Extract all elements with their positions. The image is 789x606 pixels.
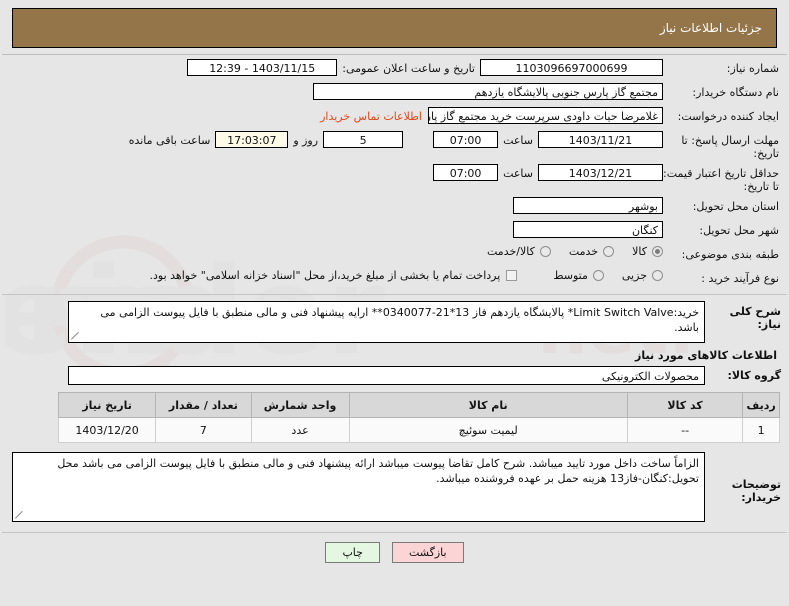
goods-group-row: گروه کالا: محصولات الکترونیکی xyxy=(0,366,789,385)
col-unit: واحد شمارش xyxy=(250,392,350,418)
category-option-service[interactable]: خدمت xyxy=(568,245,615,258)
row-deadline: مهلت ارسال پاسخ: تا تاریخ: 1403/11/21 سا… xyxy=(8,131,781,160)
notes-label: توضیحات خریدار: xyxy=(731,478,781,504)
treasury-checkbox-item[interactable]: پرداخت تمام یا بخشی از مبلغ خرید،از محل … xyxy=(150,269,518,282)
footer-buttons: بازگشت چاپ xyxy=(0,533,789,563)
section-divider-1 xyxy=(2,294,787,295)
notes-row: توضیحات خریدار: الزاماً ساخت داخل مورد ت… xyxy=(0,452,789,522)
category-label: طبقه بندی موضوعی: xyxy=(681,248,779,261)
process-option-medium[interactable]: متوسط xyxy=(553,269,604,282)
row-category: طبقه بندی موضوعی: کالا خدمت کالا/خدمت xyxy=(8,245,781,265)
radio-icon[interactable] xyxy=(539,246,551,257)
table-row: 1 -- لیمیت سوئیچ عدد 7 1403/12/20 xyxy=(57,417,780,443)
page-header: جزئیات اطلاعات نیاز xyxy=(12,8,777,48)
cell-code: -- xyxy=(626,417,744,443)
category-option-goods-label: کالا xyxy=(632,245,647,258)
row-creator: ایجاد کننده درخواست: غلامرضا حیات داودی … xyxy=(8,107,781,127)
province-value: بوشهر xyxy=(513,197,663,214)
checkbox-icon[interactable] xyxy=(506,270,518,281)
cell-index: 1 xyxy=(742,417,780,443)
goods-group-label: گروه کالا: xyxy=(727,369,781,382)
process-radio-group: جزیی متوسط پرداخت تمام یا بخشی از مبلغ خ… xyxy=(132,269,663,282)
cell-unit: عدد xyxy=(250,417,350,443)
goods-section-title: اطلاعات کالاهای مورد نیاز xyxy=(635,349,777,362)
category-option-goods[interactable]: کالا xyxy=(632,245,663,258)
category-radio-group: کالا خدمت کالا/خدمت xyxy=(469,245,663,258)
price-validity-date-value: 1403/12/21 xyxy=(538,164,663,181)
col-need-date: تاریخ نیاز xyxy=(57,392,157,418)
deadline-label: مهلت ارسال پاسخ: تا تاریخ: xyxy=(681,134,779,160)
radio-icon[interactable] xyxy=(592,270,604,281)
city-label: شهر محل تحویل: xyxy=(699,224,779,237)
resize-grip-icon xyxy=(71,332,79,340)
table-header-row: ردیف کد کالا نام کالا واحد شمارش تعداد /… xyxy=(57,392,780,418)
deadline-hour-label: ساعت xyxy=(503,134,533,147)
remaining-time-label: ساعت باقی مانده xyxy=(128,134,211,147)
city-value: کنگان xyxy=(513,221,663,238)
radio-icon[interactable] xyxy=(652,246,663,257)
need-form: شماره نیاز: 1103096697000699 تاریخ و ساع… xyxy=(0,55,789,289)
col-name: نام کالا xyxy=(348,392,628,418)
buyer-org-value: مجتمع گاز پارس جنوبی پالایشگاه یازدهم xyxy=(313,83,663,100)
cell-quantity: 7 xyxy=(155,417,252,443)
description-row: شرح کلی نیاز: خرید:Limit Switch Valve* پ… xyxy=(0,301,789,343)
buyer-contact-link[interactable]: اطلاعات تماس خریدار xyxy=(314,107,428,126)
row-need-number: شماره نیاز: 1103096697000699 تاریخ و ساع… xyxy=(8,59,781,79)
description-textarea[interactable]: خرید:Limit Switch Valve* پالایشگاه یازده… xyxy=(68,301,705,343)
radio-icon[interactable] xyxy=(652,270,663,281)
deadline-time-value: 07:00 xyxy=(433,131,499,148)
row-process-type: نوع فرآیند خرید : جزیی متوسط پرداخت تمام… xyxy=(8,269,781,289)
row-price-validity: حداقل تاریخ اعتبار قیمت: تا تاریخ: 1403/… xyxy=(8,164,781,193)
process-option-minor[interactable]: جزیی xyxy=(622,269,663,282)
category-option-goods-service-label: کالا/خدمت xyxy=(487,245,535,258)
creator-label: ایجاد کننده درخواست: xyxy=(677,110,779,123)
process-option-medium-label: متوسط xyxy=(553,269,588,282)
need-number-value: 1103096697000699 xyxy=(480,59,663,76)
goods-group-value: محصولات الکترونیکی xyxy=(68,366,705,385)
price-validity-label: حداقل تاریخ اعتبار قیمت: تا تاریخ: xyxy=(663,167,779,193)
description-label: شرح کلی نیاز: xyxy=(729,305,781,331)
remaining-days-label: روز و xyxy=(293,134,319,147)
col-quantity: تعداد / مقدار xyxy=(155,392,252,418)
cell-name: لیمیت سوئیچ xyxy=(348,417,628,443)
radio-icon[interactable] xyxy=(603,246,615,257)
goods-table: ردیف کد کالا نام کالا واحد شمارش تعداد /… xyxy=(57,392,780,443)
deadline-date-value: 1403/11/21 xyxy=(538,131,663,148)
row-buyer-org: نام دستگاه خریدار: مجتمع گاز پارس جنوبی … xyxy=(8,83,781,103)
province-label: استان محل تحویل: xyxy=(692,200,779,213)
row-province: استان محل تحویل: بوشهر xyxy=(8,197,781,217)
need-number-label: شماره نیاز: xyxy=(726,62,779,75)
price-validity-time-value: 07:00 xyxy=(433,164,499,181)
buyer-org-label: نام دستگاه خریدار: xyxy=(692,86,779,99)
page-root: جزئیات اطلاعات نیاز شماره نیاز: 11030966… xyxy=(0,8,789,606)
price-validity-hour-label: ساعت xyxy=(503,167,533,180)
goods-table-wrap: ردیف کد کالا نام کالا واحد شمارش تعداد /… xyxy=(0,392,789,443)
page-title: جزئیات اطلاعات نیاز xyxy=(659,21,762,35)
process-label: نوع فرآیند خرید : xyxy=(701,272,779,285)
remaining-days-value: 5 xyxy=(323,131,404,148)
treasury-note: پرداخت تمام یا بخشی از مبلغ خرید،از محل … xyxy=(149,269,501,282)
back-button[interactable]: بازگشت xyxy=(391,542,464,563)
process-option-minor-label: جزیی xyxy=(621,269,647,282)
announce-datetime-label: تاریخ و ساعت اعلان عمومی: xyxy=(342,62,475,75)
category-option-goods-service[interactable]: کالا/خدمت xyxy=(487,245,551,258)
notes-textarea[interactable]: الزاماً ساخت داخل مورد تایید میباشد. شرح… xyxy=(12,452,705,522)
announce-datetime-value: 1403/11/15 - 12:39 xyxy=(187,59,338,76)
col-code: کد کالا xyxy=(626,392,744,418)
col-index: ردیف xyxy=(742,392,780,418)
creator-value: غلامرضا حیات داودی سرپرست خرید مجتمع گاز… xyxy=(428,107,663,124)
print-button[interactable]: چاپ xyxy=(325,542,380,563)
cell-need-date: 1403/12/20 xyxy=(57,417,157,443)
resize-grip-icon xyxy=(15,511,23,519)
row-city: شهر محل تحویل: کنگان xyxy=(8,221,781,241)
remaining-time-value: 17:03:07 xyxy=(215,131,289,148)
category-option-service-label: خدمت xyxy=(568,245,599,258)
